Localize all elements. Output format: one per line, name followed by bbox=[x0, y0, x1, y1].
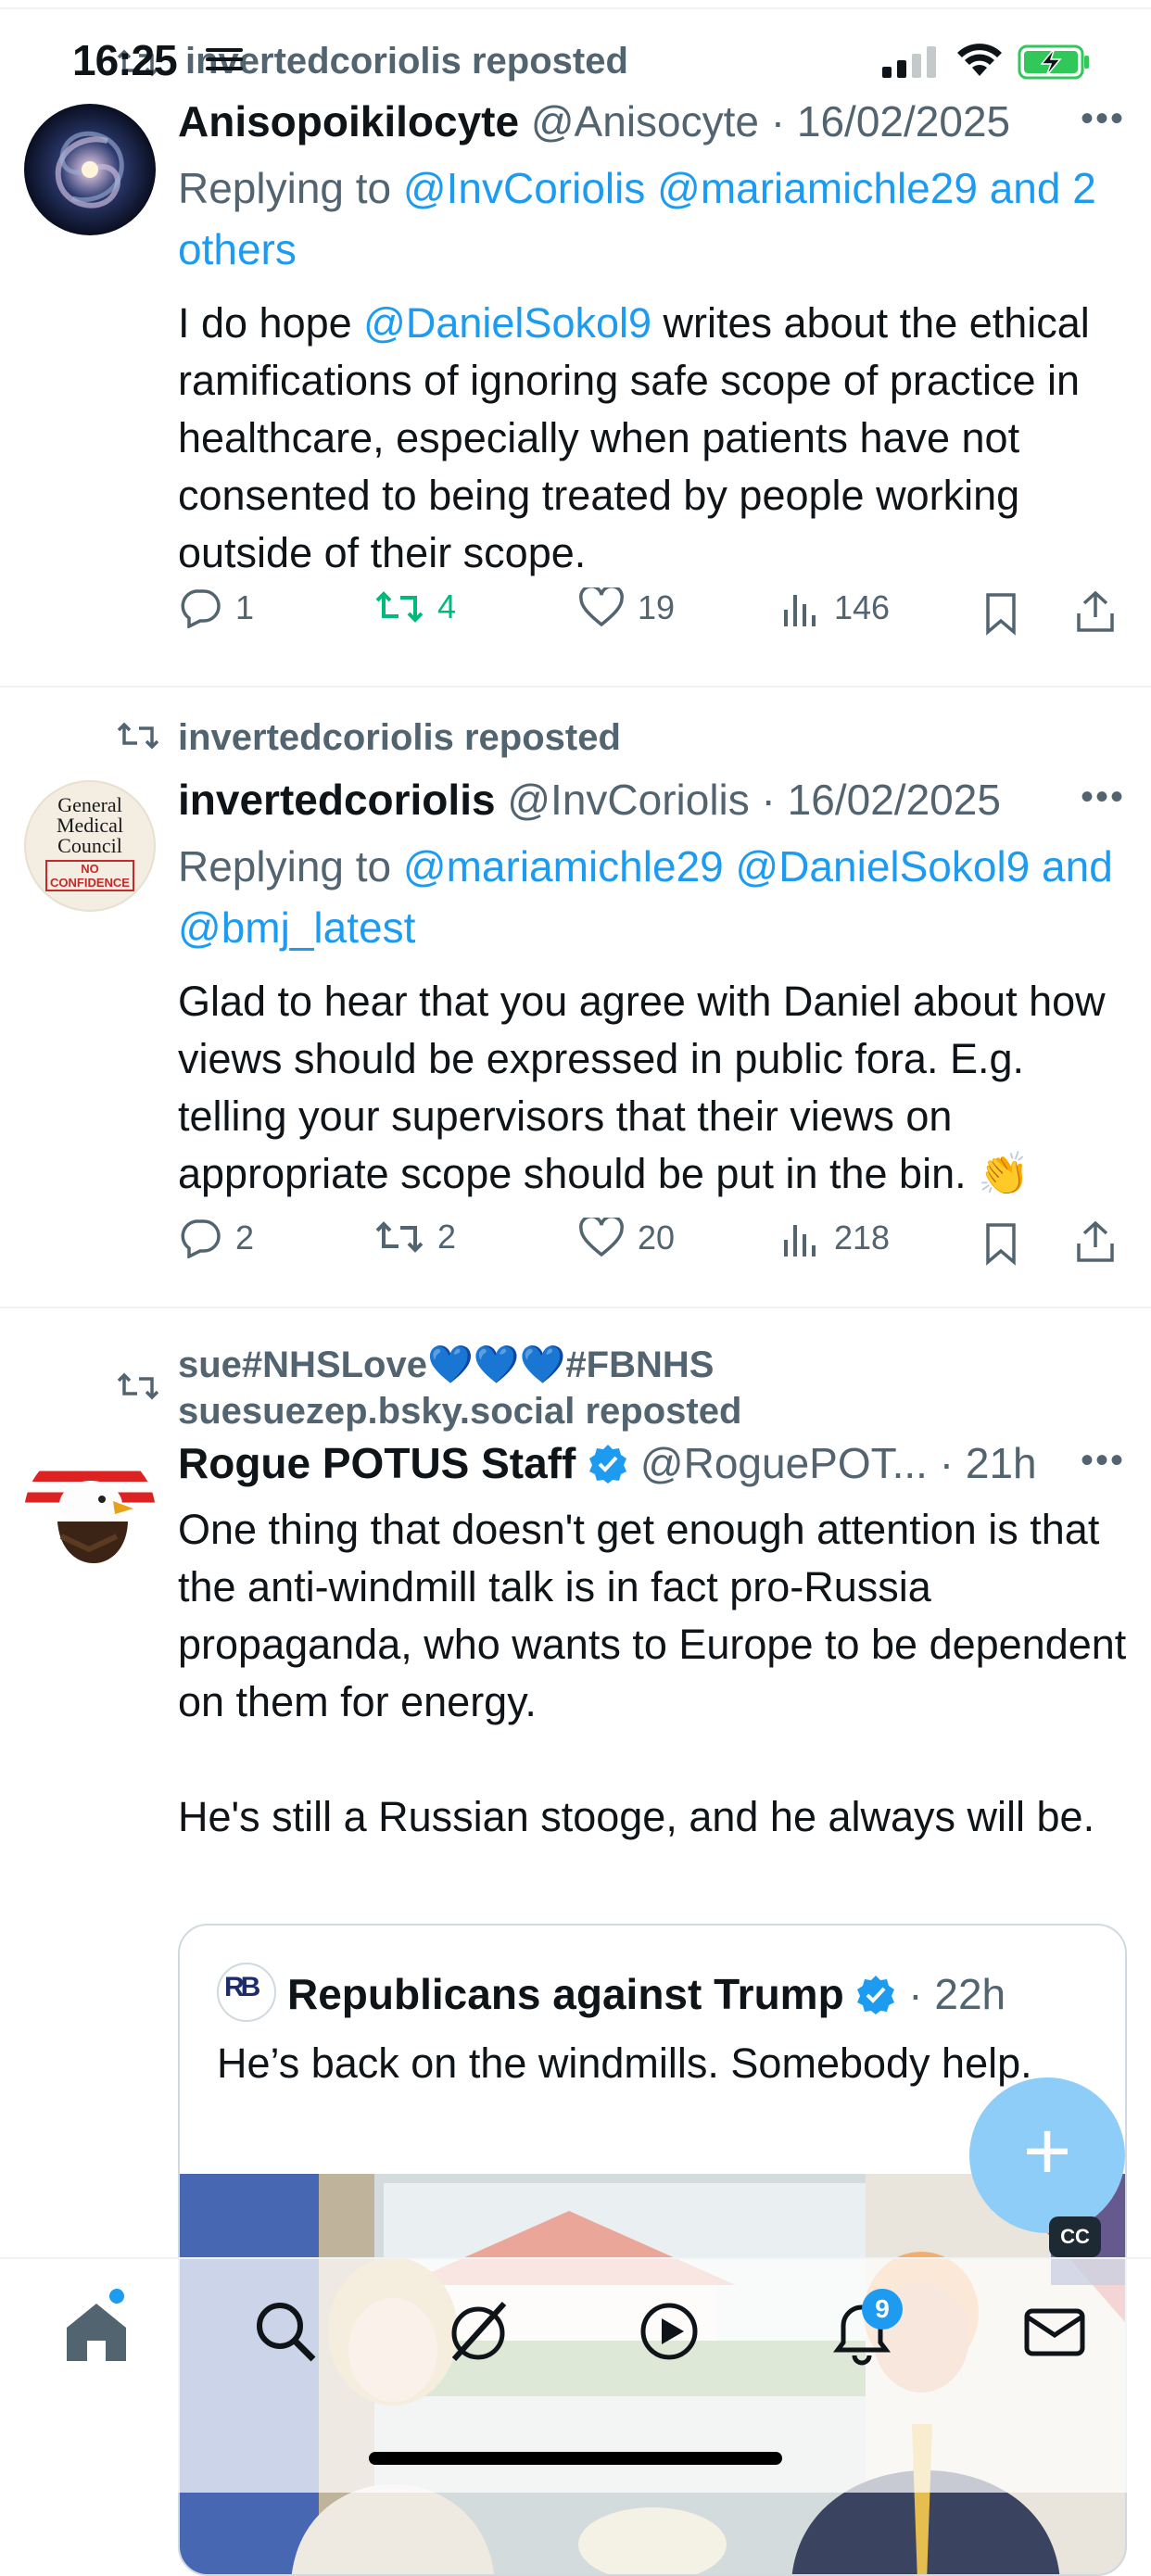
cellular-signal-icon bbox=[882, 46, 936, 78]
quote-display-name[interactable]: Republicans against Trump bbox=[287, 1970, 844, 2018]
views-icon bbox=[784, 1225, 816, 1256]
more-options-icon[interactable]: ••• bbox=[1081, 777, 1125, 818]
captions-icon[interactable]: CC bbox=[1049, 2216, 1101, 2257]
tweet-header: Rogue POTUS Staff @RoguePOT... · 21h bbox=[178, 1438, 1037, 1488]
mention-link[interactable]: @DanielSokol9 bbox=[363, 299, 651, 347]
tab-messages[interactable] bbox=[1018, 2294, 1092, 2368]
view-count: 146 bbox=[834, 588, 891, 626]
reply-count: 1 bbox=[235, 588, 255, 626]
bookmark-icon[interactable] bbox=[982, 591, 1019, 636]
reply-count: 2 bbox=[235, 1219, 255, 1256]
share-icon[interactable] bbox=[1075, 1219, 1116, 1264]
search-icon bbox=[257, 2303, 316, 2362]
envelope-icon bbox=[1024, 2308, 1085, 2356]
tab-home[interactable] bbox=[59, 2289, 133, 2368]
repost-button[interactable]: 4 bbox=[374, 587, 456, 626]
tab-grok[interactable] bbox=[441, 2294, 515, 2368]
views-button[interactable]: 146 bbox=[780, 587, 890, 628]
avatar-rogue-potus-staff[interactable] bbox=[24, 1447, 156, 1579]
text-prefix: I do hope bbox=[178, 299, 364, 347]
text-paragraph-1: One thing that doesn't get enough attent… bbox=[178, 1506, 1127, 1725]
more-options-icon[interactable]: ••• bbox=[1081, 1440, 1125, 1482]
avatar-invertedcoriolis[interactable]: General Medical Council NO CONFIDENCE bbox=[24, 780, 156, 912]
home-indicator bbox=[369, 2452, 782, 2465]
repost-count: 4 bbox=[437, 587, 457, 625]
reply-button[interactable]: 2 bbox=[178, 1218, 254, 1258]
plus-icon: + bbox=[1022, 2105, 1072, 2198]
share-icon[interactable] bbox=[1075, 589, 1116, 634]
tab-video[interactable] bbox=[632, 2294, 706, 2368]
quote-avatar[interactable]: RB bbox=[217, 1963, 276, 2022]
repost-label[interactable]: sue#NHSLove💙💙💙#FBNHS suesuezep.bsky.soci… bbox=[178, 1342, 741, 1434]
unread-dot bbox=[109, 2289, 124, 2304]
like-button[interactable]: 19 bbox=[578, 587, 675, 628]
verified-badge-icon bbox=[857, 1976, 895, 2014]
play-icon bbox=[640, 2303, 698, 2360]
display-name[interactable]: Rogue POTUS Staff bbox=[178, 1439, 576, 1487]
repost-icon bbox=[117, 1372, 159, 1400]
display-name[interactable]: invertedcoriolis bbox=[178, 776, 496, 824]
repost-icon bbox=[375, 591, 424, 623]
reply-icon bbox=[181, 589, 221, 628]
repost-icon bbox=[117, 722, 159, 750]
repost-label[interactable]: invertedcoriolis reposted bbox=[178, 717, 621, 759]
notifications-badge: 9 bbox=[862, 2289, 903, 2330]
bookmark-icon[interactable] bbox=[982, 1221, 1019, 1266]
handle[interactable]: @RoguePOT... bbox=[640, 1439, 928, 1487]
handle[interactable]: @InvCoriolis bbox=[507, 776, 749, 824]
action-bar: 1 4 19 146 bbox=[178, 587, 1123, 643]
menu-lines-icon bbox=[206, 48, 243, 70]
tweet-text: One thing that doesn't get enough attent… bbox=[178, 1501, 1132, 1846]
like-count: 20 bbox=[638, 1219, 676, 1256]
home-icon bbox=[67, 2304, 126, 2361]
reply-prefix: Replying to bbox=[178, 842, 403, 890]
repost-count: 2 bbox=[437, 1218, 457, 1256]
repost-icon bbox=[375, 1221, 424, 1253]
views-icon bbox=[784, 595, 816, 626]
reply-icon bbox=[181, 1219, 221, 1258]
status-bar: 16:25 bbox=[0, 0, 1151, 130]
quote-time: 22h bbox=[934, 1970, 1006, 2018]
views-button[interactable]: 218 bbox=[780, 1218, 890, 1258]
like-button[interactable]: 20 bbox=[578, 1218, 675, 1258]
reply-button[interactable]: 1 bbox=[178, 587, 254, 628]
separator: · bbox=[927, 1439, 966, 1487]
reply-context: Replying to @InvCoriolis @mariamichle29 … bbox=[178, 158, 1114, 280]
tweet-text: I do hope @DanielSokol9 writes about the… bbox=[178, 295, 1132, 582]
reply-context: Replying to @mariamichle29 @DanielSokol9… bbox=[178, 836, 1114, 958]
tab-search[interactable] bbox=[248, 2294, 323, 2368]
tweet-time[interactable]: 21h bbox=[966, 1439, 1037, 1487]
tab-notifications[interactable]: 9 bbox=[825, 2289, 903, 2368]
tweet-text: Glad to hear that you agree with Daniel … bbox=[178, 978, 1106, 1197]
separator: · bbox=[896, 1970, 935, 2018]
reply-prefix: Replying to bbox=[178, 164, 403, 212]
wifi-icon bbox=[957, 44, 1002, 76]
tweet-2[interactable]: invertedcoriolis reposted General Medica… bbox=[0, 686, 1151, 1308]
separator: · bbox=[749, 776, 788, 824]
action-bar: 2 2 20 218 bbox=[178, 1218, 1123, 1273]
compose-button[interactable]: + bbox=[969, 2077, 1125, 2233]
grok-icon bbox=[451, 2301, 507, 2362]
heart-icon bbox=[579, 1218, 624, 1257]
text-paragraph-2: He's still a Russian stooge, and he alwa… bbox=[178, 1793, 1095, 1840]
repost-button[interactable]: 2 bbox=[374, 1218, 456, 1256]
avatar-text: General Medical Council bbox=[56, 793, 124, 857]
tweet-header: invertedcoriolis @InvCoriolis · 16/02/20… bbox=[178, 775, 1001, 825]
no-confidence-stamp: NO CONFIDENCE bbox=[45, 860, 134, 891]
verified-badge-icon bbox=[589, 1445, 627, 1484]
battery-charging-icon bbox=[1018, 44, 1089, 80]
quote-header: RB Republicans against Trump · 22h bbox=[217, 1963, 1006, 2022]
view-count: 218 bbox=[834, 1219, 891, 1256]
quote-text: He’s back on the windmills. Somebody hel… bbox=[217, 2039, 1032, 2087]
tweet-date[interactable]: 16/02/2025 bbox=[788, 776, 1001, 824]
eagle-image bbox=[57, 1481, 133, 1563]
heart-icon bbox=[579, 587, 624, 627]
status-time: 16:25 bbox=[72, 36, 178, 84]
like-count: 19 bbox=[638, 588, 676, 626]
